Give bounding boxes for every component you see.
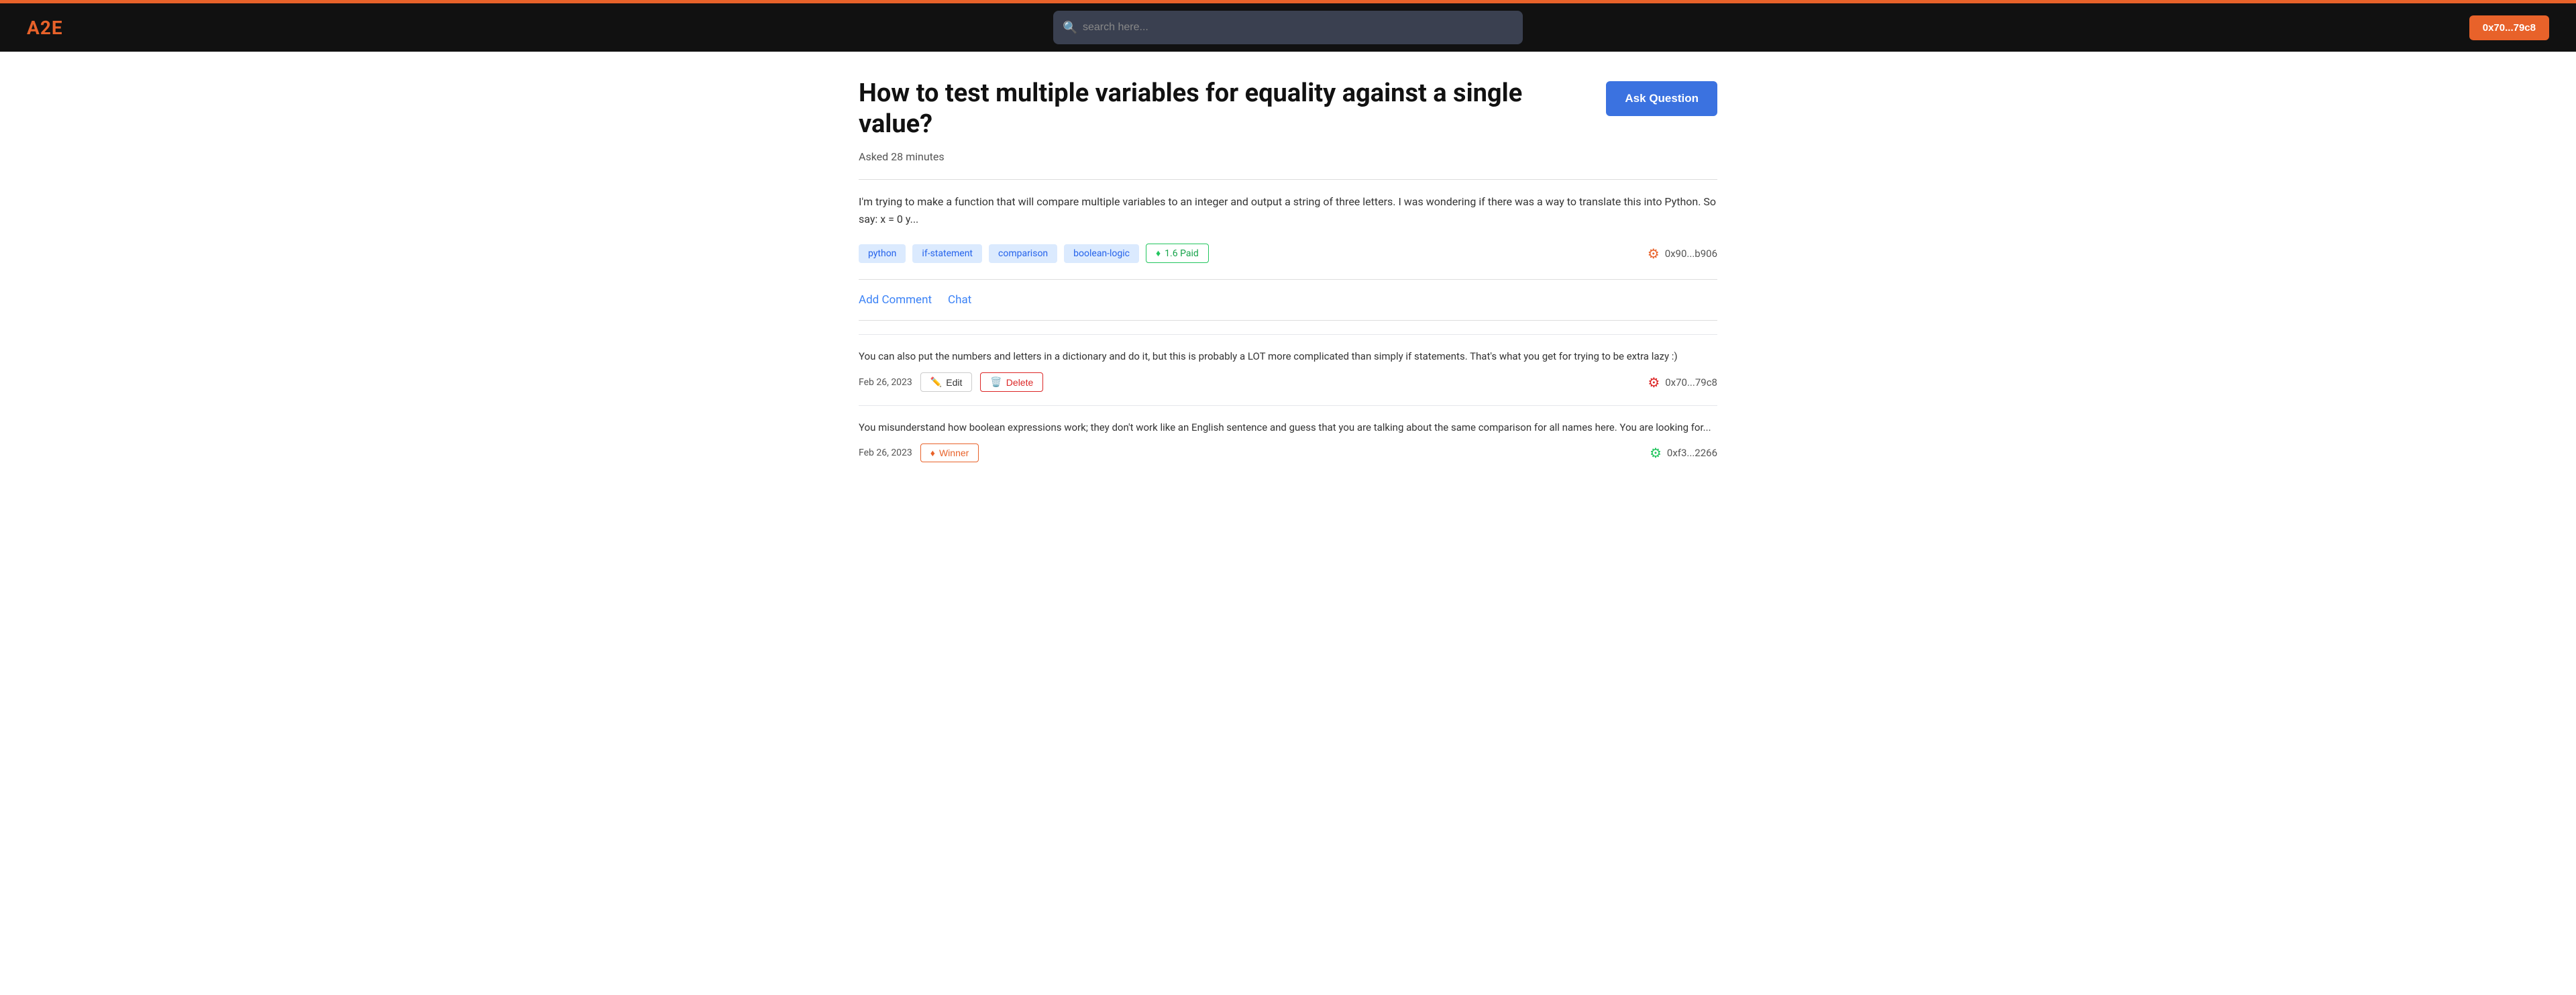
question-body: I'm trying to make a function that will … — [859, 193, 1717, 227]
divider-1 — [859, 179, 1717, 180]
question-user-address: 0x90...b906 — [1665, 248, 1717, 260]
question-header: How to test multiple variables for equal… — [859, 78, 1717, 140]
comment-user-address: 0x70...79c8 — [1665, 376, 1717, 388]
delete-icon: 🗑️ — [990, 376, 1002, 388]
comment-text: You misunderstand how boolean expression… — [859, 419, 1717, 435]
winner-icon: ♦ — [930, 448, 935, 458]
delete-label: Delete — [1006, 377, 1033, 388]
edit-button[interactable]: ✏️ Edit — [920, 372, 973, 392]
comment-user-info: ⚙ 0x70...79c8 — [1648, 374, 1717, 390]
wallet-button[interactable]: 0x70...79c8 — [2469, 15, 2549, 40]
comment-user-info: ⚙ 0xf3...2266 — [1650, 445, 1717, 461]
paid-badge: ♦ 1.6 Paid — [1146, 244, 1209, 263]
main-content: How to test multiple variables for equal… — [818, 52, 1758, 503]
paid-label: 1.6 Paid — [1165, 248, 1199, 259]
search-input[interactable] — [1053, 11, 1523, 44]
delete-button[interactable]: 🗑️ Delete — [980, 372, 1043, 392]
comment-user-address: 0xf3...2266 — [1667, 447, 1717, 459]
tag-boolean-logic[interactable]: boolean-logic — [1064, 244, 1139, 263]
chat-link[interactable]: Chat — [948, 293, 971, 307]
header-right: 0x70...79c8 — [2469, 15, 2549, 40]
header: A2E 🔍 0x70...79c8 — [0, 3, 2576, 52]
logo-main: 2E — [40, 17, 63, 39]
actions-row: Add Comment Chat — [859, 293, 1717, 307]
comment-date: Feb 26, 2023 — [859, 448, 912, 458]
asked-time: Asked 28 minutes — [859, 150, 1717, 163]
ask-question-button[interactable]: Ask Question — [1606, 81, 1717, 116]
question-title: How to test multiple variables for equal… — [859, 78, 1579, 140]
divider-3 — [859, 320, 1717, 321]
comment-footer: Feb 26, 2023 ♦ Winner ⚙ 0xf3...2266 — [859, 443, 1717, 462]
edit-label: Edit — [946, 377, 962, 388]
comment-user-avatar: ⚙ — [1648, 374, 1660, 390]
add-comment-link[interactable]: Add Comment — [859, 293, 932, 307]
comment-date: Feb 26, 2023 — [859, 377, 912, 388]
winner-button[interactable]: ♦ Winner — [920, 443, 979, 462]
tags-row: python if-statement comparison boolean-l… — [859, 244, 1717, 263]
paid-icon: ♦ — [1156, 248, 1161, 259]
search-container: 🔍 — [1053, 11, 1523, 44]
question-user-info: ⚙ 0x90...b906 — [1648, 246, 1717, 262]
edit-icon: ✏️ — [930, 376, 942, 388]
comment-text: You can also put the numbers and letters… — [859, 348, 1717, 364]
winner-label: Winner — [939, 448, 969, 458]
tag-comparison[interactable]: comparison — [989, 244, 1057, 263]
tag-python[interactable]: python — [859, 244, 906, 263]
tag-if-statement[interactable]: if-statement — [912, 244, 982, 263]
question-user-avatar: ⚙ — [1648, 246, 1660, 262]
logo: A2E — [27, 17, 63, 39]
comment-user-avatar: ⚙ — [1650, 445, 1662, 461]
comment-item: You can also put the numbers and letters… — [859, 334, 1717, 405]
comment-section: You can also put the numbers and letters… — [859, 334, 1717, 476]
search-icon: 🔍 — [1063, 21, 1077, 35]
logo-accent: A — [27, 17, 40, 39]
comment-item: You misunderstand how boolean expression… — [859, 405, 1717, 476]
divider-2 — [859, 279, 1717, 280]
comment-footer: Feb 26, 2023 ✏️ Edit 🗑️ Delete ⚙ 0x70...… — [859, 372, 1717, 392]
